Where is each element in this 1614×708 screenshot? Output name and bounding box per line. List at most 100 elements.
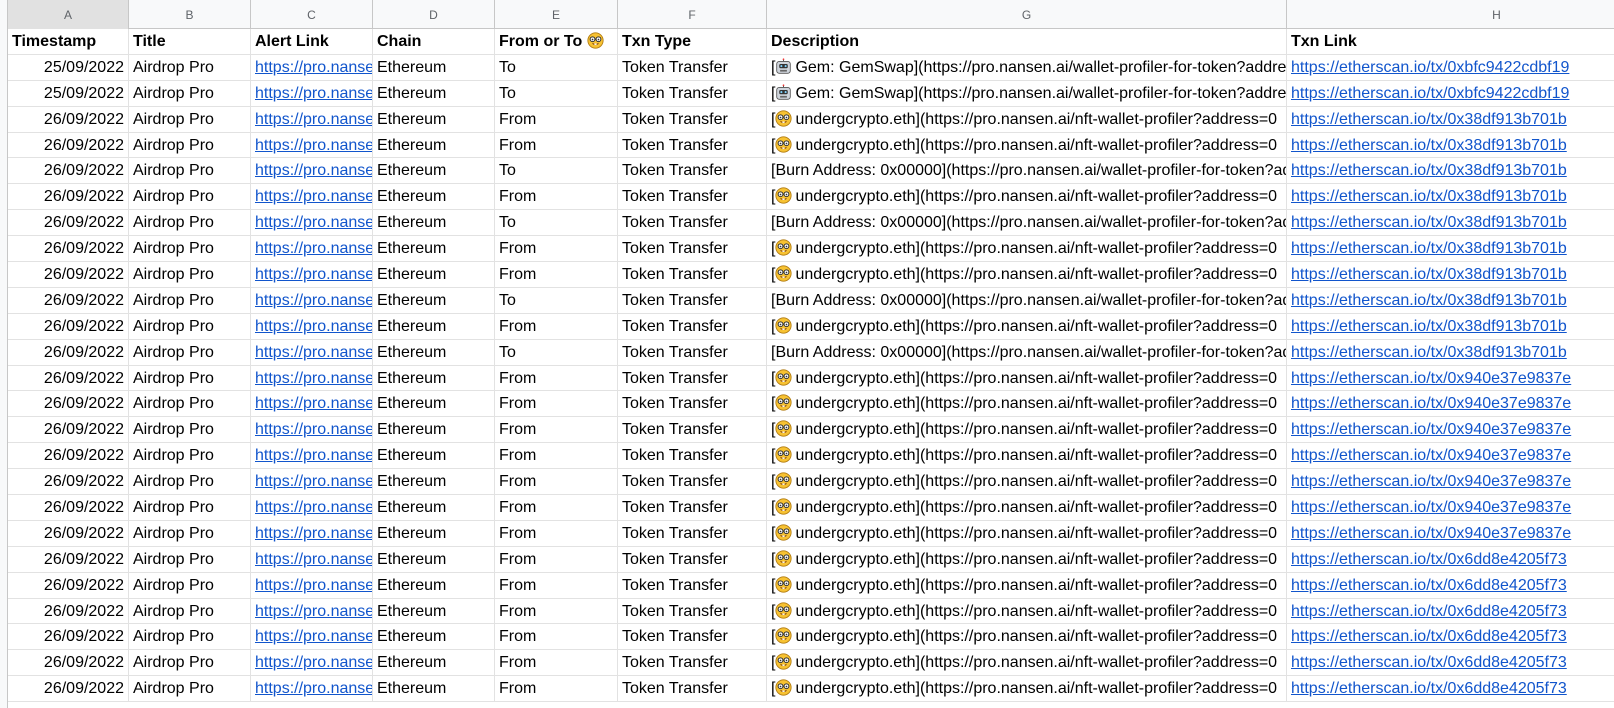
cell-from-or-to[interactable]: To	[495, 287, 618, 314]
cell-alert-link-text[interactable]: https://pro.nansen.ai/	[255, 628, 372, 645]
cell-txn-link[interactable]: https://etherscan.io/tx/0x940e37e9837e	[1287, 495, 1614, 521]
column-header-g[interactable]: G	[767, 0, 1287, 29]
cell-from-or-to[interactable]: To	[495, 80, 618, 107]
cell-txn-link[interactable]: https://etherscan.io/tx/0x940e37e9837e	[1287, 366, 1614, 392]
cell-from-or-to[interactable]: From	[495, 236, 618, 263]
cell-txn-link[interactable]: https://etherscan.io/tx/0x940e37e9837e	[1287, 391, 1614, 418]
cell-chain[interactable]: Ethereum	[373, 287, 495, 314]
cell-txn-link-text[interactable]: https://etherscan.io/tx/0x6dd8e4205f73	[1291, 628, 1567, 645]
cell-timestamp[interactable]: 26/09/2022	[8, 236, 129, 263]
cell-txn-link[interactable]: https://etherscan.io/tx/0x38df913b701b	[1287, 210, 1614, 237]
cell-title[interactable]: Airdrop Pro	[129, 650, 251, 677]
cell-txn-link[interactable]: https://etherscan.io/tx/0x6dd8e4205f73	[1287, 676, 1614, 703]
cell-timestamp[interactable]: 26/09/2022	[8, 520, 129, 547]
cell-txn-type[interactable]: Token Transfer	[618, 443, 767, 470]
cell-title[interactable]: Airdrop Pro	[129, 443, 251, 470]
cell-txn-type[interactable]: Token Transfer	[618, 417, 767, 444]
cell-txn-link-text[interactable]: https://etherscan.io/tx/0x940e37e9837e	[1291, 370, 1571, 387]
cell-description[interactable]: [undergcrypto.eth](https://pro.nansen.ai…	[767, 132, 1287, 159]
cell-timestamp[interactable]: 26/09/2022	[8, 650, 129, 677]
cell-alert-link-text[interactable]: https://pro.nansen.ai/	[255, 370, 372, 387]
cell-description[interactable]: [undergcrypto.eth](https://pro.nansen.ai…	[767, 598, 1287, 625]
cell-timestamp[interactable]: 26/09/2022	[8, 572, 129, 599]
cell-txn-type[interactable]: Token Transfer	[618, 495, 767, 521]
cell-txn-type[interactable]: Token Transfer	[618, 391, 767, 418]
cell-title[interactable]: Airdrop Pro	[129, 184, 251, 211]
cell-description[interactable]: [undergcrypto.eth](https://pro.nansen.ai…	[767, 443, 1287, 470]
cell-timestamp[interactable]: 26/09/2022	[8, 339, 129, 366]
cell-chain[interactable]: Ethereum	[373, 184, 495, 211]
cell-from-or-to[interactable]: From	[495, 313, 618, 340]
cell-description[interactable]: [undergcrypto.eth](https://pro.nansen.ai…	[767, 650, 1287, 677]
cell-txn-link[interactable]: https://etherscan.io/tx/0x38df913b701b	[1287, 107, 1614, 133]
cell-alert-link-text[interactable]: https://pro.nansen.ai/	[255, 577, 372, 594]
cell-timestamp[interactable]: 26/09/2022	[8, 365, 129, 392]
cell-txn-link-text[interactable]: https://etherscan.io/tx/0x940e37e9837e	[1291, 499, 1571, 516]
cell-from-or-to[interactable]: To	[495, 54, 618, 81]
cell-txn-type[interactable]: Token Transfer	[618, 158, 767, 185]
cell-alert-link[interactable]: https://pro.nansen.ai/	[251, 469, 373, 496]
cell-txn-type[interactable]: Token Transfer	[618, 546, 767, 573]
cell-title[interactable]: Airdrop Pro	[129, 339, 251, 366]
cell-txn-link[interactable]: https://etherscan.io/tx/0x38df913b701b	[1287, 133, 1614, 159]
cell-chain[interactable]: Ethereum	[373, 262, 495, 288]
cell-alert-link-text[interactable]: https://pro.nansen.ai/	[255, 188, 372, 205]
cell-title[interactable]: Airdrop Pro	[129, 391, 251, 418]
column-header-d[interactable]: D	[373, 0, 495, 29]
cell-alert-link[interactable]: https://pro.nansen.ai/	[251, 520, 373, 547]
cell-description[interactable]: [Burn Address: 0x00000](https://pro.nans…	[767, 158, 1287, 185]
cell-alert-link-text[interactable]: https://pro.nansen.ai/	[255, 59, 372, 76]
header-txn-link[interactable]: Txn Link	[1287, 29, 1614, 55]
cell-from-or-to[interactable]: To	[495, 210, 618, 237]
column-header-e[interactable]: E	[495, 0, 618, 29]
cell-description[interactable]: [undergcrypto.eth](https://pro.nansen.ai…	[767, 236, 1287, 263]
cell-txn-link-text[interactable]: https://etherscan.io/tx/0x940e37e9837e	[1291, 473, 1571, 490]
cell-alert-link-text[interactable]: https://pro.nansen.ai/	[255, 473, 372, 490]
cell-txn-link-text[interactable]: https://etherscan.io/tx/0x38df913b701b	[1291, 292, 1567, 309]
column-header-f[interactable]: F	[618, 0, 767, 29]
cell-description[interactable]: [Gem: GemSwap](https://pro.nansen.ai/wal…	[767, 54, 1287, 81]
cell-chain[interactable]: Ethereum	[373, 598, 495, 625]
cell-description[interactable]: [undergcrypto.eth](https://pro.nansen.ai…	[767, 106, 1287, 133]
cell-chain[interactable]: Ethereum	[373, 624, 495, 651]
cell-txn-link[interactable]: https://etherscan.io/tx/0x38df913b701b	[1287, 262, 1614, 288]
cell-txn-link[interactable]: https://etherscan.io/tx/0x940e37e9837e	[1287, 521, 1614, 547]
cell-alert-link[interactable]: https://pro.nansen.ai/	[251, 262, 373, 288]
cell-description[interactable]: [undergcrypto.eth](https://pro.nansen.ai…	[767, 676, 1287, 703]
header-txn-type[interactable]: Txn Type	[618, 29, 767, 55]
cell-txn-link[interactable]: https://etherscan.io/tx/0x940e37e9837e	[1287, 469, 1614, 496]
cell-txn-link-text[interactable]: https://etherscan.io/tx/0x38df913b701b	[1291, 162, 1567, 179]
cell-description[interactable]: [Burn Address: 0x00000](https://pro.nans…	[767, 210, 1287, 237]
cell-alert-link[interactable]: https://pro.nansen.ai/	[251, 313, 373, 340]
cell-timestamp[interactable]: 26/09/2022	[8, 132, 129, 159]
cell-txn-link-text[interactable]: https://etherscan.io/tx/0x38df913b701b	[1291, 318, 1567, 335]
cell-chain[interactable]: Ethereum	[373, 495, 495, 521]
cell-txn-link-text[interactable]: https://etherscan.io/tx/0xbfc9422cdbf19	[1291, 59, 1569, 76]
cell-alert-link[interactable]: https://pro.nansen.ai/	[251, 106, 373, 133]
cell-timestamp[interactable]: 26/09/2022	[8, 495, 129, 521]
cell-title[interactable]: Airdrop Pro	[129, 495, 251, 521]
cell-description[interactable]: [undergcrypto.eth](https://pro.nansen.ai…	[767, 391, 1287, 418]
cell-alert-link-text[interactable]: https://pro.nansen.ai/	[255, 447, 372, 464]
cell-timestamp[interactable]: 26/09/2022	[8, 210, 129, 237]
cell-title[interactable]: Airdrop Pro	[129, 236, 251, 263]
column-header-c[interactable]: C	[251, 0, 373, 29]
cell-txn-link[interactable]: https://etherscan.io/tx/0x38df913b701b	[1287, 288, 1614, 314]
cell-alert-link-text[interactable]: https://pro.nansen.ai/	[255, 551, 372, 568]
cell-title[interactable]: Airdrop Pro	[129, 469, 251, 496]
cell-txn-link[interactable]: https://etherscan.io/tx/0x940e37e9837e	[1287, 417, 1614, 444]
cell-title[interactable]: Airdrop Pro	[129, 54, 251, 81]
cell-alert-link[interactable]: https://pro.nansen.ai/	[251, 572, 373, 599]
cell-from-or-to[interactable]: From	[495, 184, 618, 211]
cell-timestamp[interactable]: 26/09/2022	[8, 106, 129, 133]
cell-description[interactable]: [undergcrypto.eth](https://pro.nansen.ai…	[767, 624, 1287, 651]
cell-txn-link-text[interactable]: https://etherscan.io/tx/0x38df913b701b	[1291, 137, 1567, 154]
cell-description[interactable]: [Burn Address: 0x00000](https://pro.nans…	[767, 339, 1287, 366]
header-title[interactable]: Title	[129, 29, 251, 55]
cell-chain[interactable]: Ethereum	[373, 391, 495, 418]
cell-alert-link-text[interactable]: https://pro.nansen.ai/	[255, 111, 372, 128]
cell-chain[interactable]: Ethereum	[373, 132, 495, 159]
row-number-gutter[interactable]	[0, 0, 8, 708]
cell-alert-link-text[interactable]: https://pro.nansen.ai/	[255, 344, 372, 361]
cell-txn-type[interactable]: Token Transfer	[618, 520, 767, 547]
